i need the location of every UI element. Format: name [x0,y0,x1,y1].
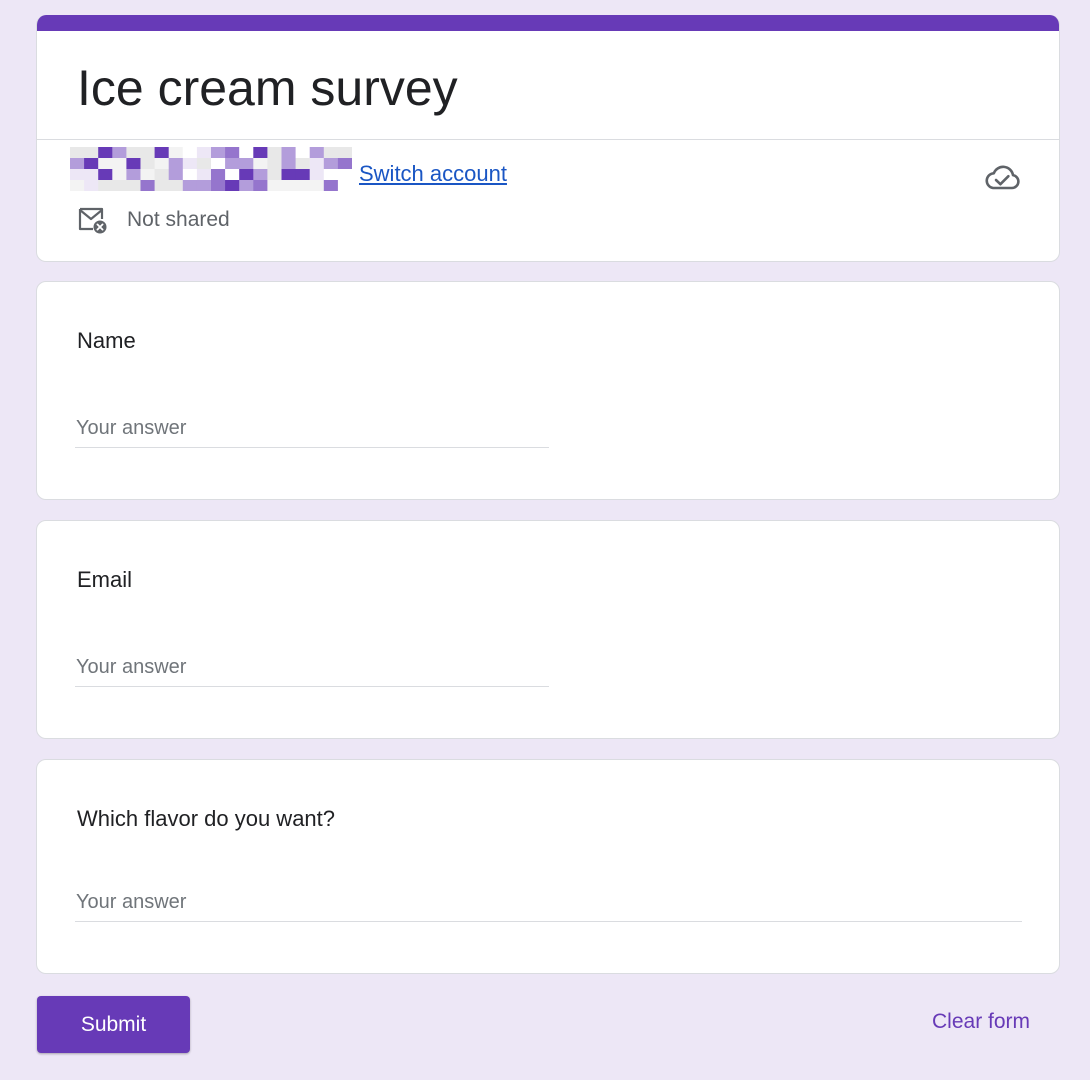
mail-not-shared-icon [78,207,107,234]
redacted-account-email [70,147,352,191]
question-label: Name [77,328,136,353]
header-divider [37,139,1059,140]
submit-button[interactable]: Submit [37,996,190,1053]
email-answer-input[interactable] [75,649,549,687]
question-card-flavor: Which flavor do you want? [36,759,1060,974]
question-label: Email [77,567,133,592]
header-accent-bar [37,15,1059,31]
flavor-answer-input[interactable] [75,884,1022,922]
question-card-email: Email [36,520,1060,739]
name-answer-input[interactable] [75,410,549,448]
sharing-status-text: Not shared [127,208,230,231]
form-header-card: Ice cream survey Switch account Not shar… [36,15,1060,262]
question-card-name: Name [36,281,1060,500]
cloud-done-icon[interactable] [983,163,1021,193]
form-title: Ice cream survey [77,60,458,116]
clear-form-button[interactable]: Clear form [932,1010,1030,1034]
question-label: Which flavor do you want? [77,806,336,831]
switch-account-link[interactable]: Switch account [359,161,507,187]
